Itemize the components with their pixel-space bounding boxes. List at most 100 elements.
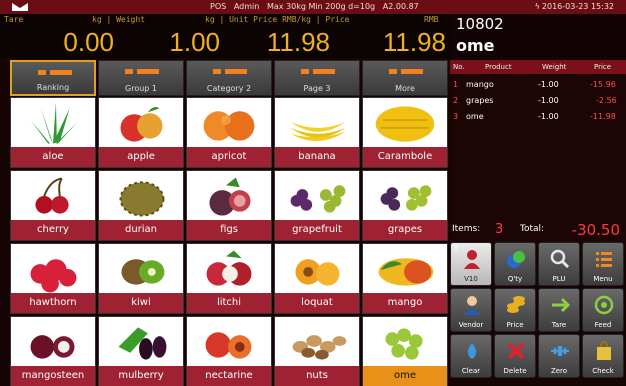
col-price: Price — [594, 63, 612, 71]
product-label: mango — [363, 293, 447, 313]
tab-ranking[interactable]: Ranking — [10, 60, 96, 96]
tab-label: Page 3 — [303, 84, 331, 93]
product-aloe[interactable]: aloe — [10, 97, 96, 168]
v10-button[interactable]: 3 V10 — [450, 242, 492, 286]
col-product: Product — [485, 63, 512, 71]
vendor-button[interactable]: Vendor — [450, 288, 492, 332]
tare-icon — [552, 297, 570, 313]
product-label: mangosteen — [11, 366, 95, 386]
zero-icon — [551, 346, 569, 356]
product-ome[interactable]: ome — [362, 316, 448, 386]
product-nectarine[interactable]: nectarine — [186, 316, 272, 386]
product-mulberry[interactable]: mulberry — [98, 316, 184, 386]
col-no: No. — [453, 63, 465, 71]
product-label: hawthorn — [11, 293, 95, 313]
check-button[interactable]: Check — [582, 334, 624, 378]
product-banana[interactable]: banana — [274, 97, 360, 168]
qty-button[interactable]: Q'ty — [494, 242, 536, 286]
button-label: Tare — [551, 321, 567, 329]
delete-button[interactable]: Delete — [494, 334, 536, 378]
product-label: litchi — [187, 293, 271, 313]
product-carambole[interactable]: Carambole — [362, 97, 448, 168]
shopping-bag-icon — [597, 341, 611, 360]
zero-button[interactable]: Zero — [538, 334, 580, 378]
tab-group-1[interactable]: Group 1 — [98, 60, 184, 96]
tab-icon — [389, 69, 423, 74]
product-label: banana — [275, 147, 359, 167]
tab-more[interactable]: More — [362, 60, 448, 96]
product-apple[interactable]: apple — [98, 97, 184, 168]
tab-icon — [213, 69, 247, 74]
weight-value: 1.00 — [169, 27, 220, 57]
plu-button[interactable]: PLU — [538, 242, 580, 286]
litchi-icon — [187, 244, 271, 295]
product-apricot[interactable]: apricot — [186, 97, 272, 168]
button-label: Vendor — [458, 321, 484, 329]
clear-icon — [468, 343, 476, 359]
brand-logo-icon — [12, 3, 28, 11]
product-label: nuts — [275, 366, 359, 386]
product-label: grapes — [363, 220, 447, 240]
order-header: 10802 ome — [450, 14, 626, 58]
clear-button[interactable]: Clear — [450, 334, 492, 378]
product-durian[interactable]: durian — [98, 170, 184, 241]
banana-icon — [275, 98, 359, 149]
total-value: -30.50 — [571, 221, 620, 239]
product-grapefruit[interactable]: grapefruit — [274, 170, 360, 241]
mango-icon — [363, 244, 447, 295]
product-label: grapefruit — [275, 220, 359, 240]
order-row[interactable]: 2 grapes -1.00 -2.56 — [450, 94, 626, 108]
row-price: -11.98 — [590, 112, 616, 121]
order-list-header: No. Product Weight Price — [450, 60, 626, 74]
items-label: Items: — [452, 224, 481, 234]
tab-category-2[interactable]: Category 2 — [186, 60, 272, 96]
product-kiwi[interactable]: kiwi — [98, 243, 184, 314]
button-label: Zero — [550, 367, 568, 375]
current-item: ome — [456, 36, 495, 55]
product-label: kiwi — [99, 293, 183, 313]
apricot-icon — [187, 98, 271, 149]
button-label: Check — [592, 367, 614, 375]
order-row[interactable]: 1 mango -1.00 -15.96 — [450, 78, 626, 92]
button-label: Delete — [503, 367, 527, 375]
delete-icon — [507, 342, 525, 360]
product-mangosteen[interactable]: mangosteen — [10, 316, 96, 386]
row-product: grapes — [466, 96, 494, 105]
tab-icon — [301, 69, 335, 74]
tab-page-3[interactable]: Page 3 — [274, 60, 360, 96]
price-button[interactable]: Price — [494, 288, 536, 332]
feed-button[interactable]: Feed — [582, 288, 624, 332]
order-row[interactable]: 3 ome -1.00 -11.98 — [450, 110, 626, 124]
queue-badge: 3 — [453, 244, 459, 253]
row-price: -15.96 — [590, 80, 616, 89]
tare-button[interactable]: Tare — [538, 288, 580, 332]
grapes-icon — [363, 171, 447, 222]
nuts-icon — [275, 317, 359, 368]
product-loquat[interactable]: loquat — [274, 243, 360, 314]
product-litchi[interactable]: litchi — [186, 243, 272, 314]
product-grapes[interactable]: grapes — [362, 170, 448, 241]
aloe-icon — [11, 98, 95, 149]
row-weight: -1.00 — [538, 112, 559, 121]
weight-label: kg | Weight — [92, 15, 145, 24]
product-hawthorn[interactable]: hawthorn — [10, 243, 96, 314]
menu-button[interactable]: Menu — [582, 242, 624, 286]
product-figs[interactable]: figs — [186, 170, 272, 241]
tab-label: Group 1 — [125, 84, 157, 93]
durian-icon — [99, 171, 183, 222]
vendor-icon — [464, 296, 480, 315]
carambole-icon — [363, 98, 447, 149]
product-nuts[interactable]: nuts — [274, 316, 360, 386]
mangosteen-icon — [11, 317, 95, 368]
datetime-text: 2016-03-23 15:32 — [541, 2, 614, 11]
product-mango[interactable]: mango — [362, 243, 448, 314]
product-cherry[interactable]: cherry — [10, 170, 96, 241]
power-icon: ϟ — [534, 2, 540, 11]
unit-price-label: kg | Unit Price RMB/kg | Price — [205, 15, 350, 24]
button-label: Feed — [594, 321, 612, 329]
feed-icon — [594, 295, 614, 315]
scale-display: Tare kg | Weight kg | Unit Price RMB/kg … — [0, 14, 450, 58]
device-info: POS Admin Max 30kg Min 200g d=10g A2.00.… — [210, 2, 419, 11]
hawthorn-icon — [11, 244, 95, 295]
row-weight: -1.00 — [538, 80, 559, 89]
